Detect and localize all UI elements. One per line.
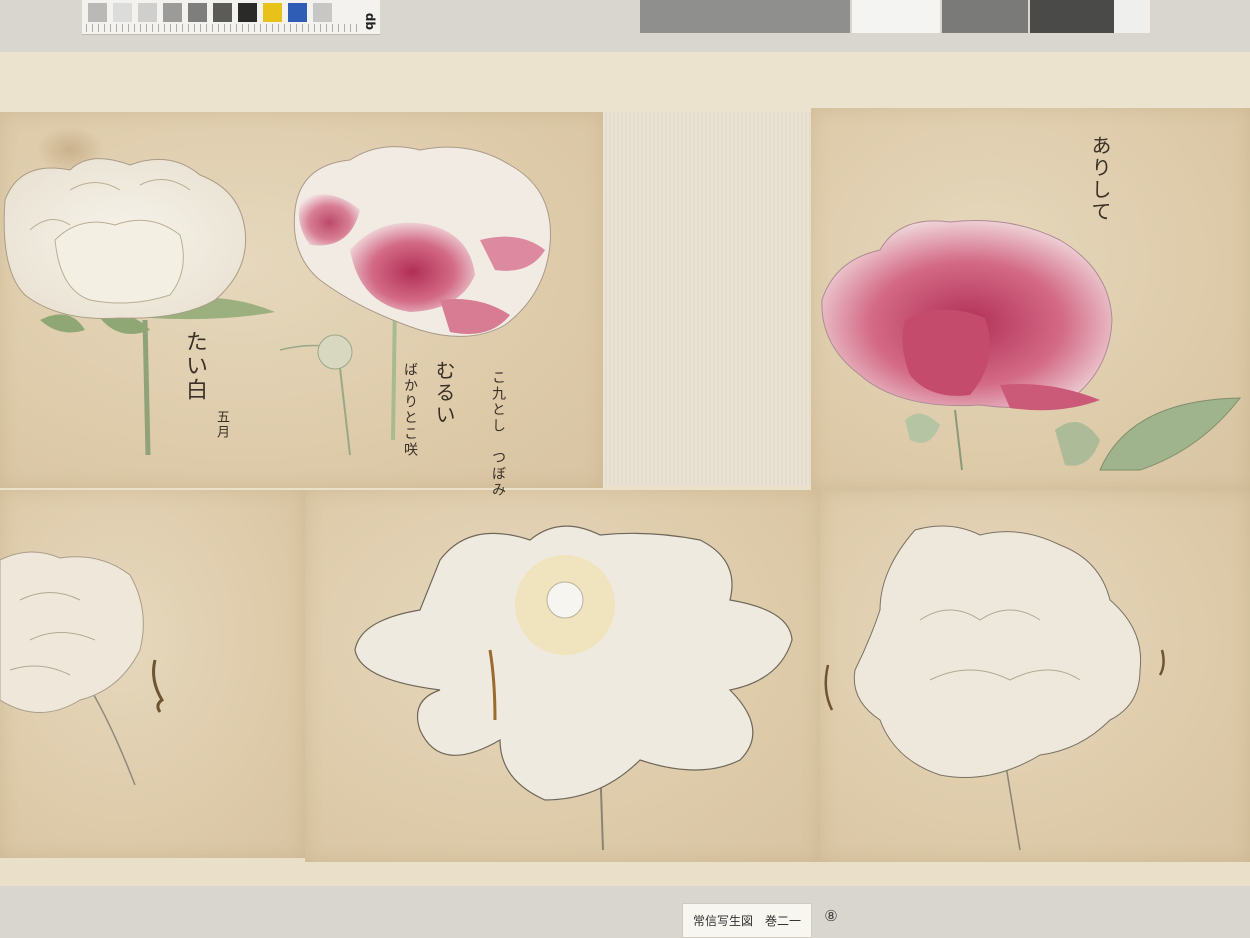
- sheet-number: ⑧: [824, 907, 838, 925]
- inscription-white-peony-note: 五月: [214, 410, 229, 440]
- inscription-pink-peony-name: むるい: [432, 360, 456, 426]
- paper-crack: [824, 664, 834, 711]
- scroll-photograph: qp たい白 五月 むるい こ九とし つぼみ ばかりとこ咲 ありして 常信写生図…: [0, 0, 1250, 938]
- peony-paintings: [0, 126, 1242, 851]
- white-peony-bottom-center: [354, 525, 793, 851]
- paper-crack: [152, 659, 164, 713]
- white-peony-bottom-left: [0, 551, 144, 786]
- inscription-right-peony-name: ありして: [1088, 135, 1112, 223]
- inscription-white-peony-name: たい白: [182, 330, 207, 402]
- inscription-pink-peony-note-2: ばかりとこ咲: [402, 362, 418, 458]
- catalog-label: 常信写生図 巻二一: [682, 903, 812, 938]
- paper-crack: [1158, 649, 1165, 676]
- catalog-label-title: 常信写生図 巻二一: [692, 914, 801, 928]
- inscription-pink-peony-note-1: こ九とし つぼみ: [490, 370, 506, 498]
- white-peony-top-left: [3, 158, 275, 456]
- white-peony-bottom-right: [853, 525, 1142, 851]
- pink-peony-top-right: [821, 220, 1242, 471]
